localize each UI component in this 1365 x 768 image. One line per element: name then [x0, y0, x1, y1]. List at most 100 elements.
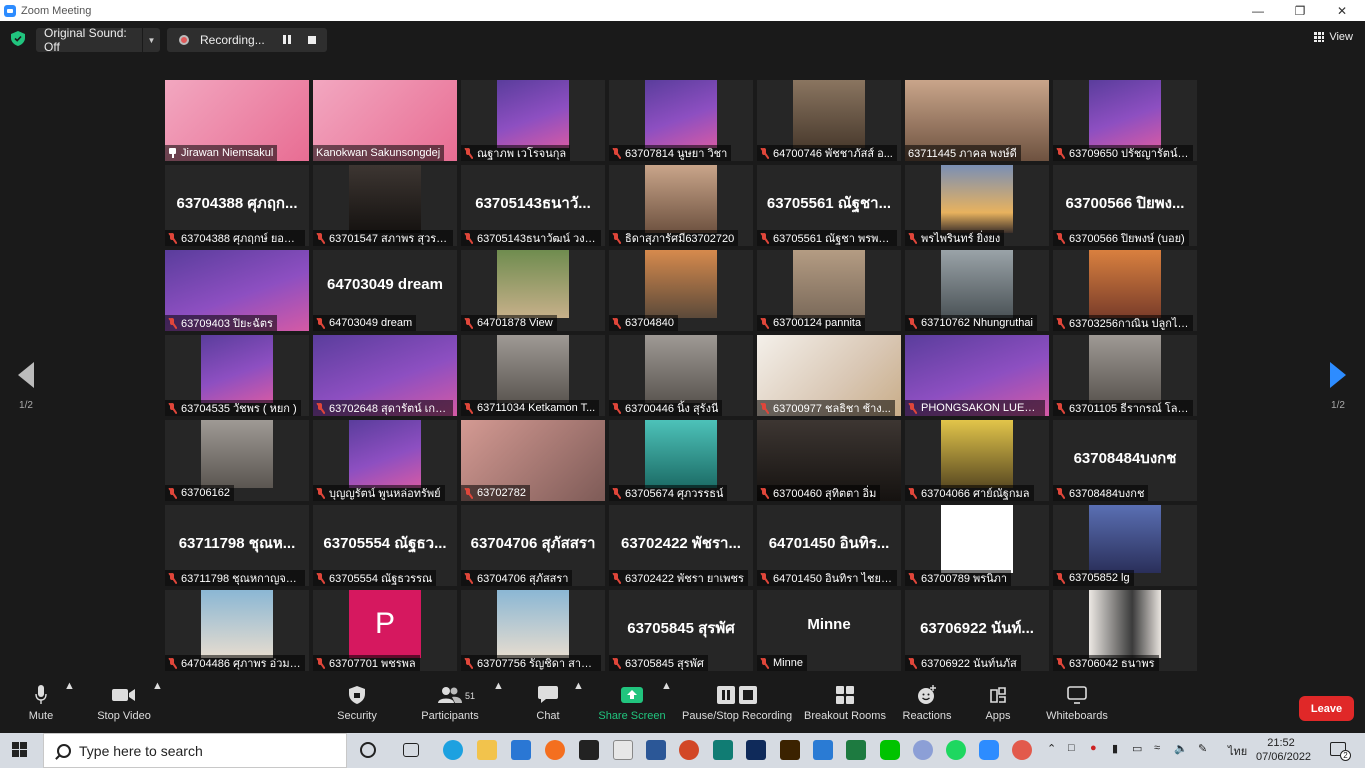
participant-tile[interactable]: 63705554 ณัฐธว... 63705554 ณัฐธวรรณ [313, 505, 457, 586]
pause-stop-recording-button[interactable]: Pause/Stop Recording [682, 680, 792, 732]
zoom-taskbar-icon[interactable] [979, 740, 999, 760]
participant-tile[interactable]: บุญญรัตน์ พูนหล่อทรัพย์ [313, 420, 457, 501]
reactions-button[interactable]: Reactions [900, 680, 954, 732]
mail-icon[interactable] [511, 740, 531, 760]
participant-tile[interactable]: พรไพรินทร์ ยิ่งยง [905, 165, 1049, 246]
participant-tile[interactable]: 63700566 ปิยพง... 63700566 ปิยพงษ์ (บอย) [1053, 165, 1197, 246]
cortana-icon[interactable] [360, 742, 376, 758]
participant-tile[interactable]: 63705845 สุรพัศ 63705845 สุรพัศ [609, 590, 753, 671]
participant-tile[interactable]: 63705674 ศุภวรรธน์ [609, 420, 753, 501]
share-screen-button[interactable]: Share Screen [598, 680, 666, 732]
publisher-icon[interactable] [713, 740, 733, 760]
taskbar-clock[interactable]: 21:52 07/06/2022 [1256, 736, 1311, 764]
participant-tile[interactable]: ณฐาภพ เวโรจนกุล [461, 80, 605, 161]
participant-tile[interactable]: 63704066 ศาย์ณัฐกมล [905, 420, 1049, 501]
participant-tile[interactable]: 63706162 [165, 420, 309, 501]
participant-tile[interactable]: 64701450 อินทิร... 64701450 อินทิรา ไชยา.… [757, 505, 901, 586]
participant-tile[interactable]: 63705852 lg [1053, 505, 1197, 586]
snipping-tool-icon[interactable] [1012, 740, 1032, 760]
minimize-icon[interactable]: — [1238, 0, 1278, 21]
video-options-chevron-icon[interactable]: ▲ [152, 680, 163, 732]
participant-tile[interactable]: 63702782 [461, 420, 605, 501]
previous-page-button[interactable]: 1/2 [6, 362, 46, 411]
volume-icon[interactable]: 🔈 [1174, 742, 1188, 755]
participant-tile[interactable]: 63700446 นิ้ง สุรังนี [609, 335, 753, 416]
photoshop-icon[interactable] [746, 740, 766, 760]
participant-tile[interactable]: 63705143ธนาวั... 63705143ธนาวัฒน์ วงษ์... [461, 165, 605, 246]
participants-chevron-icon[interactable]: ▲ [493, 680, 504, 732]
antivirus-icon[interactable]: ● [1090, 742, 1097, 754]
participant-tile[interactable]: 63711034 Ketkamon T... [461, 335, 605, 416]
participant-tile[interactable]: 63704840 [609, 250, 753, 331]
share-chevron-icon[interactable]: ▲ [661, 680, 672, 732]
wifi-icon[interactable]: ≈ [1154, 742, 1160, 754]
participant-tile[interactable]: ธิดาสุภารัศมี63702720 [609, 165, 753, 246]
participant-tile[interactable]: 63702422 พัชรา... 63702422 พัชรา ยาเพชร [609, 505, 753, 586]
participant-tile[interactable]: Kanokwan Sakunsongdej [313, 80, 457, 161]
apps-button[interactable]: Apps [980, 680, 1016, 732]
close-icon[interactable]: ✕ [1322, 0, 1362, 21]
file-explorer-icon[interactable] [477, 740, 497, 760]
participant-tile[interactable]: 63711798 ชุณห... 63711798 ชุณหกาญจน์... [165, 505, 309, 586]
breakout-rooms-button[interactable]: Breakout Rooms [803, 680, 887, 732]
participant-tile[interactable]: 63708484บงกช 63708484บงกช [1053, 420, 1197, 501]
participant-tile[interactable]: 63707756 รัญชิดา สาธิต... [461, 590, 605, 671]
stop-video-button[interactable]: Stop Video [92, 680, 156, 732]
participant-tile[interactable]: PHONGSAKON LUESO... [905, 335, 1049, 416]
illustrator-icon[interactable] [780, 740, 800, 760]
encryption-shield-icon[interactable] [11, 31, 25, 46]
security-button[interactable]: Security [331, 680, 383, 732]
participant-tile[interactable]: 63700124 pannita [757, 250, 901, 331]
dropbox-icon[interactable] [579, 740, 599, 760]
participant-tile[interactable]: 63701547 สภาพร สุวรร... [313, 165, 457, 246]
powerpoint-icon[interactable] [679, 740, 699, 760]
participant-tile[interactable]: 63709650 ปรัชญารัตน์ บุญรั... [1053, 80, 1197, 161]
participant-tile[interactable]: 63704535 วัชพร ( หยก ) [165, 335, 309, 416]
taskbar-search-input[interactable] [79, 742, 319, 759]
participant-tile[interactable]: 63700977 ชลธิชา ช้าง... [757, 335, 901, 416]
participant-tile[interactable]: 63705561 ณัฐชา... 63705561 ณัฐชา พรพร... [757, 165, 901, 246]
participant-tile[interactable]: 63701105 ธีรากรณ์ โลม... [1053, 335, 1197, 416]
participant-tile[interactable]: 63700460 สุทิตตา อิ่ม [757, 420, 901, 501]
task-view-icon[interactable] [403, 743, 419, 757]
participant-tile[interactable]: 63703256กาณิน ปลูกไม้ดี [1053, 250, 1197, 331]
firefox-icon[interactable] [545, 740, 565, 760]
participant-tile[interactable]: 63706922 นันท์... 63706922 นันท์นภัส [905, 590, 1049, 671]
restore-icon[interactable]: ❐ [1280, 0, 1320, 21]
mute-button[interactable]: Mute [20, 680, 62, 732]
store-icon[interactable] [813, 740, 833, 760]
chat-chevron-icon[interactable]: ▲ [573, 680, 584, 732]
amazon-icon[interactable] [613, 740, 633, 760]
excel-icon[interactable] [846, 740, 866, 760]
edge-icon[interactable] [443, 740, 463, 760]
chat-button[interactable]: Chat [528, 680, 568, 732]
audio-options-chevron-icon[interactable]: ▲ [64, 680, 75, 732]
tray-chevron-icon[interactable]: ⌃ [1047, 742, 1056, 755]
participant-tile[interactable]: 63700789 พรนิภา [905, 505, 1049, 586]
participant-tile[interactable]: 63706042 ธนาพร [1053, 590, 1197, 671]
chevron-down-icon[interactable]: ▼ [142, 28, 160, 52]
whiteboards-button[interactable]: Whiteboards [1042, 680, 1112, 732]
view-button[interactable]: View [1314, 31, 1353, 43]
participant-tile[interactable]: 63704706 สุภัสสรา 63704706 สุภัสสรา [461, 505, 605, 586]
participant-tile[interactable]: 63711445 ภาคล พงษ์ดี [905, 80, 1049, 161]
microphone-tray-icon[interactable]: ▮ [1112, 742, 1118, 755]
word-icon[interactable] [646, 740, 666, 760]
participant-tile[interactable]: 64700746 พัชชาภัสส์ อ... [757, 80, 901, 161]
leave-button[interactable]: Leave [1299, 696, 1354, 721]
participant-tile[interactable]: Minne Minne [757, 590, 901, 671]
globe-app-icon[interactable] [913, 740, 933, 760]
participant-tile[interactable]: 63704388 ศุภฤก... 63704388 ศุภฤกษ์ ยอดอ..… [165, 165, 309, 246]
spotify-icon[interactable] [946, 740, 966, 760]
pen-icon[interactable]: ✎ [1198, 742, 1207, 755]
participant-tile[interactable]: 63702648 สุดารัตน์ เกษ... [313, 335, 457, 416]
participant-tile[interactable]: 64703049 dream 64703049 dream [313, 250, 457, 331]
battery-icon[interactable]: ▭ [1132, 742, 1142, 755]
stop-recording-icon[interactable] [308, 36, 316, 44]
participant-tile[interactable]: 64701878 View [461, 250, 605, 331]
next-page-button[interactable]: 1/2 [1318, 362, 1358, 411]
line-icon[interactable] [880, 740, 900, 760]
pause-recording-icon[interactable] [281, 34, 293, 46]
participant-tile[interactable]: 63707814 นูษยา วิชา [609, 80, 753, 161]
participant-tile[interactable]: 64704486 ศุภาพร อ่วมสั... [165, 590, 309, 671]
